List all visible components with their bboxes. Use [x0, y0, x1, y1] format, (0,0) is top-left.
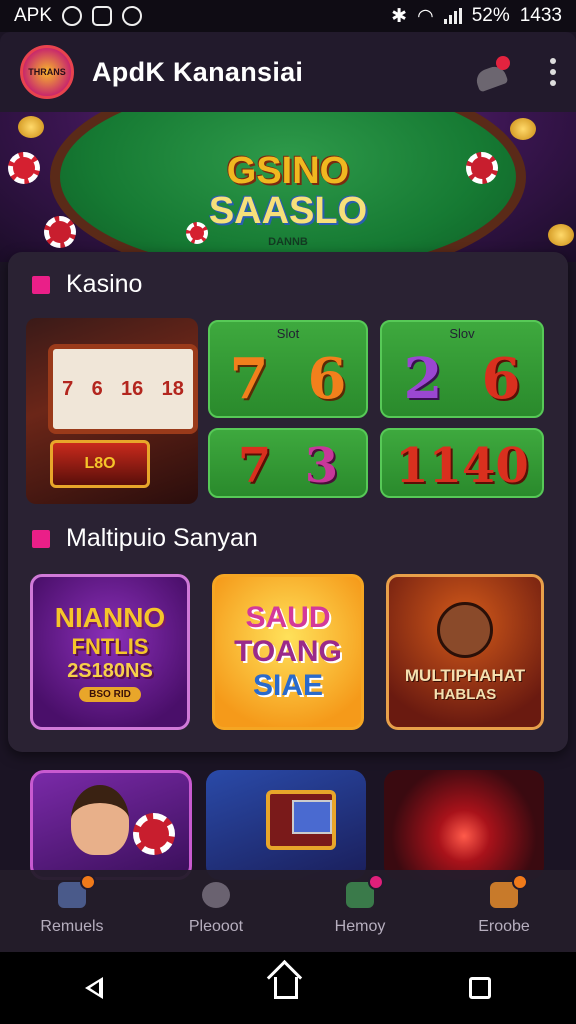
section-marker-icon [32, 275, 50, 294]
hero-banner[interactable]: GSINO SAASLO DANNB [0, 112, 576, 262]
coin-icon [510, 118, 536, 140]
wifi-icon: ◠ [417, 5, 434, 27]
hero-subtitle: DANNB [268, 236, 308, 248]
carrier-label: APK [14, 5, 53, 26]
camera-icon [122, 6, 143, 26]
bottom-nav: Remuels Pleooot Hemoy Eroobe [0, 870, 576, 952]
game-tag: BSO RID [79, 687, 141, 702]
game-title-line: TOANG [234, 635, 342, 668]
game-card[interactable]: MULTIPHAHAT HABLAS [386, 574, 544, 730]
slot-tile[interactable]: Slov 2 6 [380, 320, 544, 418]
game-card[interactable]: SAUD TOANG SIAE [212, 574, 364, 730]
game-title-line: SIAE [252, 669, 324, 702]
game-title-line: MULTIPHAHAT [404, 665, 526, 685]
game-card[interactable] [384, 770, 544, 880]
game-title-line: SAUD [245, 601, 331, 634]
slot-number: 7 [229, 346, 269, 412]
nav-item-remuels[interactable]: Remuels [12, 874, 132, 936]
nav-item-hemoy[interactable]: Hemoy [300, 874, 420, 936]
slot-number: 6 [307, 346, 347, 412]
section-header-multiplayer: Maltipuio Sanyan [32, 524, 258, 553]
check-badge-icon [92, 6, 113, 26]
status-bar: APK ✱ ◠ 52% 1433 [0, 0, 576, 32]
game-card[interactable] [206, 770, 366, 880]
shield-icon [62, 6, 83, 26]
recents-icon[interactable] [468, 977, 491, 999]
nav-item-pleooot[interactable]: Pleooot [156, 878, 276, 936]
slot-number: 7 [237, 438, 272, 494]
game-title-line: FNTLIS [71, 634, 149, 659]
game-title-line: NIANNO [54, 602, 166, 633]
slot-tile[interactable]: Slot 7 6 [208, 320, 368, 418]
coin-icon [18, 116, 44, 138]
games-panel: Kasino 7 6 16 18 L8O Slot 7 6 Slov 2 6 7… [8, 252, 568, 752]
slot-number: 1140 [395, 438, 529, 494]
chip-icon [133, 813, 175, 855]
reel-value: 16 [121, 377, 144, 400]
trophy-icon [486, 874, 528, 912]
app-bar: THRANS ApdK Kanansiai [0, 32, 576, 112]
home-button-icon[interactable] [273, 977, 298, 999]
more-vert-icon[interactable] [550, 58, 556, 86]
nav-label: Eroobe [478, 918, 530, 935]
section-title: Maltipuio Sanyan [66, 524, 258, 552]
signal-icon [443, 8, 462, 24]
avatar [71, 785, 129, 855]
nav-label: Hemoy [334, 918, 386, 935]
app-logo[interactable]: THRANS [20, 45, 74, 99]
slot-number: 3 [304, 438, 339, 494]
reel-value: 7 [62, 377, 74, 400]
reel-value: 6 [91, 377, 103, 400]
slot-tile[interactable]: 7 3 [208, 428, 368, 498]
slot-reels: 7 6 16 18 [48, 344, 198, 434]
reel-value: 18 [161, 377, 184, 400]
screen-image [292, 800, 332, 834]
hero-title-line2: SAASLO [208, 190, 368, 232]
slot-tile[interactable]: 1140 [380, 428, 544, 498]
slot-tile-label: Slov [449, 326, 475, 341]
dealer-avatar [437, 601, 493, 658]
section-marker-icon [32, 529, 50, 548]
nav-item-eroobe[interactable]: Eroobe [444, 874, 564, 936]
hero-title-line1: GSINO [226, 150, 350, 192]
slot-number: 2 [403, 346, 443, 412]
game-title-line: HABLAS [433, 685, 497, 703]
game-card[interactable]: NIANNO FNTLIS 2S180NS BSO RID [30, 574, 190, 730]
slot-number: 6 [481, 346, 521, 412]
back-icon[interactable] [85, 977, 104, 999]
nav-label: Pleooot [188, 918, 244, 935]
section-header-kasino: Kasino [32, 270, 142, 299]
nav-label: Remuels [40, 918, 104, 935]
slot-machine-tile[interactable]: 7 6 16 18 L8O [26, 318, 198, 504]
section-title: Kasino [66, 270, 143, 298]
gear-flower-icon [198, 878, 234, 912]
game-title-line: 2S180NS [67, 660, 153, 682]
bluetooth-icon: ✱ [391, 5, 408, 27]
clock: 1433 [519, 5, 562, 26]
user-alert-icon[interactable] [473, 56, 512, 93]
wallet-icon [342, 874, 384, 912]
logo-text: THRANS [28, 66, 66, 77]
slot-tile-label: Slot [276, 326, 300, 341]
home-icon [54, 874, 96, 912]
game-card[interactable] [30, 770, 192, 880]
slot-base-plate: L8O [50, 440, 150, 488]
app-title: ApdK Kanansiai [92, 56, 304, 87]
battery-level: 52% [471, 5, 510, 26]
system-nav-bar [0, 952, 576, 1024]
